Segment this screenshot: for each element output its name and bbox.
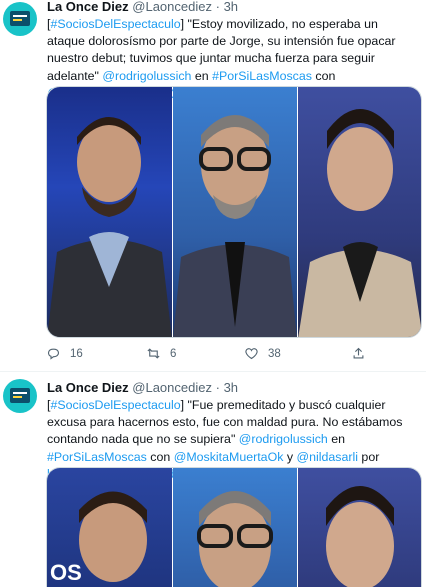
retweet-count: 6	[170, 347, 177, 360]
tweet-header: La Once Diez @Laoncediez · 3h	[47, 0, 238, 15]
tweet-link[interactable]: @MoskitaMuertaOk	[174, 450, 284, 464]
tweet-link[interactable]: @nildasarli	[297, 450, 358, 464]
share-icon	[353, 347, 364, 359]
avatar[interactable]	[3, 2, 37, 36]
author-handle[interactable]: @Laoncediez	[132, 0, 212, 14]
tweet-link[interactable]: @rodrigolussich	[239, 432, 328, 446]
media-photo-left: OS	[47, 468, 172, 587]
tweet-text-segment: y	[283, 449, 297, 464]
reply-icon	[47, 348, 60, 360]
tweet-link[interactable]: #SociosDelEspectaculo	[50, 17, 180, 31]
tweet-link[interactable]: @rodrigolussich	[102, 69, 191, 83]
tweet[interactable]: La Once Diez @Laoncediez · 3h [#SociosDe…	[0, 373, 426, 587]
media-caption: OS	[50, 560, 82, 585]
tweet[interactable]: La Once Diez @Laoncediez · 3h [#SociosDe…	[0, 0, 426, 372]
author-handle[interactable]: @Laoncediez	[132, 380, 212, 395]
tweet-time[interactable]: 3h	[224, 380, 238, 395]
media-photo-center	[173, 468, 297, 587]
like-count: 38	[268, 347, 281, 360]
tweet-text-segment: en	[327, 432, 346, 447]
tweet-link[interactable]: #PorSiLasMoscas	[47, 450, 147, 464]
tweet-actions: 16 6 38	[46, 346, 386, 364]
media-photo-left	[47, 87, 172, 337]
reply-button[interactable]: 16	[46, 346, 83, 361]
avatar-logo-icon	[10, 11, 30, 26]
tweet-link[interactable]: #PorSiLasMoscas	[212, 69, 312, 83]
tweet-text-segment: por	[357, 449, 380, 464]
author-name[interactable]: La Once Diez	[47, 0, 129, 14]
tweet-media[interactable]	[46, 86, 422, 338]
tweet-header: La Once Diez @Laoncediez · 3h	[47, 380, 238, 396]
tweet-text-segment: en	[191, 68, 213, 83]
avatar[interactable]	[3, 379, 37, 413]
media-photo-right	[298, 87, 421, 337]
tweet-text-segment: con	[311, 68, 336, 83]
tweet-link[interactable]: #SociosDelEspectaculo	[50, 398, 180, 412]
tweet-time[interactable]: 3h	[224, 0, 238, 14]
heart-icon	[245, 348, 258, 360]
separator: ·	[215, 0, 220, 14]
tweet-media[interactable]: OS	[46, 467, 422, 587]
media-photo-center	[173, 87, 297, 337]
separator: ·	[215, 380, 220, 395]
like-button[interactable]: 38	[244, 346, 281, 361]
retweet-button[interactable]: 6	[146, 346, 176, 361]
author-name[interactable]: La Once Diez	[47, 380, 129, 395]
avatar-logo-icon	[10, 388, 30, 403]
tweet-text-segment: con	[146, 449, 174, 464]
media-photo-right	[298, 468, 421, 587]
retweet-icon	[147, 348, 160, 359]
reply-count: 16	[70, 347, 83, 360]
share-button[interactable]	[351, 346, 375, 361]
